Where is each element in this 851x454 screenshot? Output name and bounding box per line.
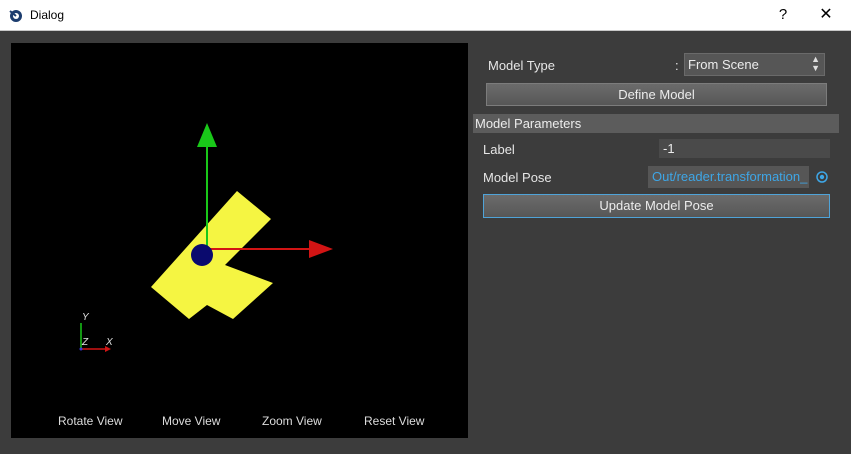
- rotate-view-button[interactable]: Rotate View: [58, 414, 122, 428]
- x-axis-arrow: [309, 240, 333, 258]
- mini-y-label: Y: [82, 312, 90, 323]
- define-model-button[interactable]: Define Model: [486, 83, 827, 106]
- mini-z-label: Z: [81, 337, 89, 348]
- model-type-label: Model Type: [488, 58, 555, 73]
- window-title: Dialog: [30, 8, 65, 22]
- updown-arrow-icon: ▲ ▼: [811, 54, 820, 73]
- move-view-button[interactable]: Move View: [162, 414, 220, 428]
- title-bar: Dialog ? ✕: [0, 0, 851, 31]
- label-input[interactable]: [659, 139, 830, 158]
- help-button[interactable]: ?: [770, 3, 796, 27]
- update-model-pose-button[interactable]: Update Model Pose: [483, 194, 830, 218]
- 3d-viewport[interactable]: Y Z X Rotate View Move View Zoom View Re…: [11, 43, 468, 438]
- mini-x-label: X: [105, 337, 113, 348]
- app-icon: [9, 10, 22, 22]
- model-type-select[interactable]: From Scene ▲ ▼: [684, 53, 825, 76]
- model-parameters-header: Model Parameters: [473, 114, 839, 133]
- close-button[interactable]: ✕: [812, 3, 840, 27]
- label-field-label: Label: [483, 142, 515, 157]
- model-pose-field[interactable]: Out/reader.transformation_: [648, 166, 809, 188]
- reset-view-button[interactable]: Reset View: [364, 414, 424, 428]
- origin-marker: [191, 244, 213, 266]
- zoom-view-button[interactable]: Zoom View: [262, 414, 322, 428]
- model-type-colon: :: [675, 58, 679, 73]
- model-type-value: From Scene: [688, 57, 759, 72]
- model-pose-label: Model Pose: [483, 170, 552, 185]
- scene-canvas[interactable]: Y Z X: [11, 43, 468, 438]
- y-axis-arrow: [197, 123, 217, 147]
- pose-link-icon[interactable]: [816, 171, 828, 183]
